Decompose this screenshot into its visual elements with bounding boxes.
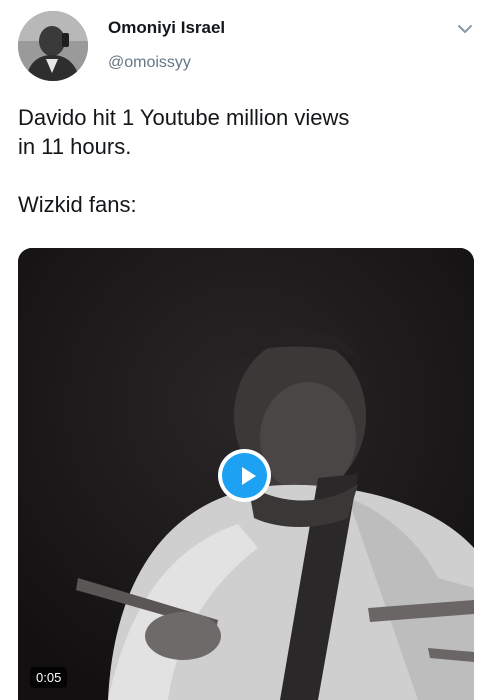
tweet-text-line: Wizkid fans: bbox=[18, 192, 137, 217]
play-button[interactable] bbox=[218, 449, 271, 502]
tweet-text-line: Davido hit 1 Youtube million views bbox=[18, 105, 350, 130]
display-name[interactable]: Omoniyi Israel bbox=[108, 18, 225, 38]
video-player[interactable]: 0:05 bbox=[18, 248, 474, 700]
avatar[interactable] bbox=[18, 11, 88, 81]
tweet-text: Davido hit 1 Youtube million views in 11… bbox=[18, 103, 458, 219]
play-icon bbox=[222, 453, 267, 498]
video-duration-badge: 0:05 bbox=[30, 667, 68, 688]
avatar-image bbox=[18, 11, 88, 81]
chevron-down-icon[interactable] bbox=[455, 19, 475, 39]
tweet-card: Omoniyi Israel @omoissyy Davido hit 1 Yo… bbox=[0, 0, 490, 700]
tweet-text-line: in 11 hours. bbox=[18, 134, 132, 159]
user-handle[interactable]: @omoissyy bbox=[108, 54, 191, 72]
